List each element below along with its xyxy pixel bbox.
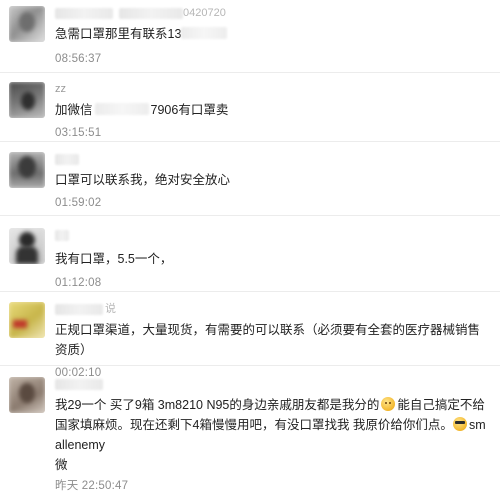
avatar[interactable] bbox=[9, 377, 45, 413]
comment-time: 01:59:02 bbox=[55, 197, 102, 209]
redacted-number bbox=[94, 103, 149, 115]
comment-text-part: 急需口罩那里有联系13 bbox=[55, 27, 182, 41]
avatar[interactable] bbox=[9, 82, 45, 118]
comment-item: 说 正规口罩渠道，大量现货，有需要的可以联系（必须要有全套的医疗器械销售资质） … bbox=[0, 292, 500, 379]
redacted-number bbox=[181, 27, 228, 39]
comment-text-part: 加微信 bbox=[55, 103, 93, 117]
redacted-username bbox=[55, 153, 79, 165]
username[interactable]: zz bbox=[55, 83, 492, 96]
avatar[interactable] bbox=[9, 152, 45, 188]
comment-item: 0420720 急需口罩那里有联系13 08:56:37 bbox=[0, 0, 500, 73]
comment-item: 我29一个 买了9箱 3m8210 N95的身边亲戚朋友都是我分的 能自己搞定不给… bbox=[0, 366, 500, 492]
comment-text-part: 7906有口罩卖 bbox=[150, 103, 229, 117]
redacted-username bbox=[119, 7, 183, 19]
avatar[interactable] bbox=[9, 302, 45, 338]
avatar[interactable] bbox=[9, 6, 45, 42]
comment-item: 口罩可以联系我，绝对安全放心 01:59:02 bbox=[0, 142, 500, 216]
username[interactable] bbox=[55, 153, 492, 166]
username[interactable]: 0420720 bbox=[55, 7, 492, 20]
comment-time: 08:56:37 bbox=[55, 53, 102, 65]
comment-text: 我有口罩，5.5一个， bbox=[55, 252, 173, 266]
username[interactable] bbox=[55, 378, 492, 391]
comment-time: 01:12:08 bbox=[55, 277, 102, 289]
redacted-username bbox=[55, 303, 103, 315]
redacted-username bbox=[55, 229, 69, 241]
comment-text: 我29一个 买了9箱 3m8210 N95的身边亲戚朋友都是我分的 能自己搞定不给… bbox=[55, 395, 492, 475]
avatar[interactable] bbox=[9, 228, 45, 264]
comment-text: 口罩可以联系我，绝对安全放心 bbox=[55, 173, 231, 187]
cool-emoji-icon bbox=[452, 417, 467, 431]
username-suffix: 0420720 bbox=[183, 7, 226, 19]
comment-time: 03:15:51 bbox=[55, 127, 102, 139]
comment-text: 加微信 7906有口罩卖 bbox=[55, 100, 492, 120]
comment-text: 正规口罩渠道，大量现货，有需要的可以联系（必须要有全套的医疗器械销售资质） bbox=[55, 323, 481, 357]
comment-time: 昨天 22:50:47 bbox=[55, 480, 129, 492]
comment-text: 急需口罩那里有联系13 bbox=[55, 24, 492, 44]
redacted-username bbox=[55, 378, 103, 390]
smirk-emoji-icon bbox=[381, 397, 396, 411]
comment-item: zz 加微信 7906有口罩卖 03:15:51 bbox=[0, 73, 500, 142]
comment-list: 0420720 急需口罩那里有联系13 08:56:37 zz 加微信 7906有… bbox=[0, 0, 500, 492]
comment-text-part: 我29一个 买了9箱 3m8210 N95的身边亲戚朋友都是我分的 bbox=[55, 398, 380, 412]
username[interactable] bbox=[55, 229, 492, 242]
comment-item: 我有口罩，5.5一个， 01:12:08 bbox=[0, 216, 500, 292]
comment-text-part: 微 bbox=[55, 458, 68, 472]
redacted-username bbox=[55, 7, 113, 19]
username-suffix: 说 bbox=[105, 303, 116, 315]
username[interactable]: 说 bbox=[55, 303, 492, 316]
